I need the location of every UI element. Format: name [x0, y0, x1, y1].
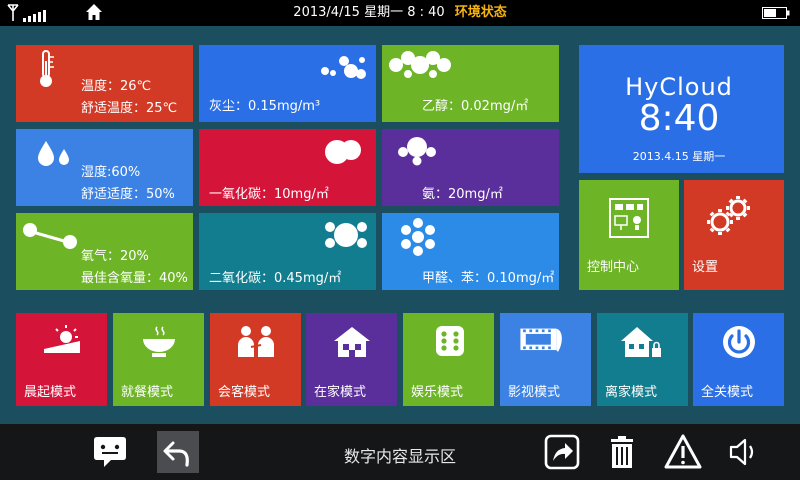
thermometer-icon — [40, 50, 54, 87]
oxygen-value: 氧气：20% — [81, 249, 149, 264]
water-drop-icon — [38, 141, 69, 166]
gear-icon — [707, 196, 750, 235]
mode-label-entertainment: 娱乐模式 — [411, 385, 464, 400]
temperature-tile[interactable]: 温度：26℃ 舒适温度：25℃ — [16, 45, 193, 122]
formaldehyde-value: 甲醛、苯：0.10mg/㎡ — [422, 271, 555, 286]
oxygen-tile[interactable]: 氧气：20% 最佳含氧量：40% — [16, 213, 193, 290]
mode-label-movie: 影视模式 — [508, 385, 561, 400]
power-icon — [723, 326, 755, 358]
film-strip-icon — [520, 328, 562, 352]
co2-value: 二氧化碳：0.45mg/㎡ — [209, 271, 342, 286]
control-center-tile[interactable]: 控制中心 — [579, 180, 679, 290]
mode-label-morning: 晨起模式 — [24, 385, 77, 400]
mode-tile-guest[interactable]: 会客模式 — [210, 313, 301, 406]
humidity-value: 湿度:60% — [81, 165, 141, 180]
settings-label: 设置 — [692, 260, 719, 275]
mode-label-home: 在家模式 — [314, 385, 367, 400]
meeting-people-icon — [238, 326, 274, 357]
dust-icon — [321, 56, 366, 79]
ammonia-tile[interactable]: 氨：20mg/㎡ — [382, 129, 559, 206]
warning-icon[interactable] — [662, 431, 704, 473]
status-title: 环境状态 — [454, 5, 507, 20]
mode-tile-movie[interactable]: 影视模式 — [500, 313, 591, 406]
settings-tile[interactable]: 设置 — [684, 180, 784, 290]
mode-label-dining: 就餐模式 — [121, 385, 174, 400]
mode-label-all-off: 全关模式 — [701, 385, 754, 400]
house-icon — [334, 327, 370, 357]
ethanol-icon — [389, 51, 451, 78]
battery-icon — [762, 7, 790, 19]
sunrise-icon — [44, 325, 80, 353]
display-area-text: 数字内容显示区 — [343, 447, 456, 466]
mode-label-guest: 会客模式 — [218, 385, 271, 400]
mode-tile-entertainment[interactable]: 娱乐模式 — [403, 313, 494, 406]
main-board: 温度：26℃ 舒适温度：25℃ 灰尘：0.15mg/m³ 乙醇：0.02mg/㎡ — [0, 26, 800, 424]
co-value: 一氧化碳：10mg/㎡ — [209, 187, 329, 202]
dust-value: 灰尘：0.15mg/m³ — [209, 99, 321, 114]
control-panel-icon — [609, 198, 649, 238]
mode-tile-all-off[interactable]: 全关模式 — [693, 313, 784, 406]
clock-date: 2013.4.15 星期一 — [632, 150, 726, 163]
dice-icon — [436, 326, 464, 356]
formaldehyde-tile[interactable]: 甲醛、苯：0.10mg/㎡ — [382, 213, 559, 290]
message-icon[interactable] — [89, 431, 131, 473]
benzene-ring-icon — [401, 218, 435, 256]
share-icon[interactable] — [541, 431, 583, 473]
comfort-humidity-value: 舒适适度：50% — [81, 187, 175, 202]
clock-time: 8:40 — [638, 98, 720, 139]
status-center: 2013/4/15 星期一 8 : 40 环境状态 — [0, 4, 800, 21]
mode-tile-away[interactable]: 离家模式 — [597, 313, 688, 406]
status-bar: 2013/4/15 星期一 8 : 40 环境状态 — [0, 0, 800, 26]
bowl-icon — [143, 326, 175, 357]
optimal-oxygen-value: 最佳含氧量：40% — [81, 271, 188, 286]
mode-tile-morning[interactable]: 晨起模式 — [16, 313, 107, 406]
status-datetime: 2013/4/15 星期一 8 : 40 — [293, 5, 445, 20]
bottom-bar: 数字内容显示区 — [0, 424, 800, 480]
ammonia-molecule-icon — [398, 137, 436, 166]
co2-tile[interactable]: 二氧化碳：0.45mg/㎡ — [199, 213, 376, 290]
oxygen-molecule-icon — [23, 223, 77, 249]
ethanol-tile[interactable]: 乙醇：0.02mg/㎡ — [382, 45, 559, 122]
co2-molecule-icon — [325, 222, 367, 248]
dust-tile[interactable]: 灰尘：0.15mg/m³ — [199, 45, 376, 122]
house-lock-icon — [621, 327, 661, 357]
mode-tile-dining[interactable]: 就餐模式 — [113, 313, 204, 406]
hycloud-clock-tile[interactable]: HyCloud 8:40 2013.4.15 星期一 — [579, 45, 784, 173]
ammonia-value: 氨：20mg/㎡ — [422, 187, 503, 202]
mode-label-away: 离家模式 — [605, 385, 658, 400]
control-center-label: 控制中心 — [587, 260, 640, 275]
mode-tile-home[interactable]: 在家模式 — [306, 313, 397, 406]
co-molecule-icon — [325, 140, 361, 164]
trash-icon[interactable] — [601, 431, 643, 473]
comfort-temperature-value: 舒适温度：25℃ — [81, 101, 178, 116]
temperature-value: 温度：26℃ — [81, 79, 152, 94]
ethanol-value: 乙醇：0.02mg/㎡ — [422, 99, 529, 114]
co-tile[interactable]: 一氧化碳：10mg/㎡ — [199, 129, 376, 206]
volume-icon[interactable] — [722, 431, 764, 473]
humidity-tile[interactable]: 湿度:60% 舒适适度：50% — [16, 129, 193, 206]
back-icon[interactable] — [157, 431, 199, 473]
